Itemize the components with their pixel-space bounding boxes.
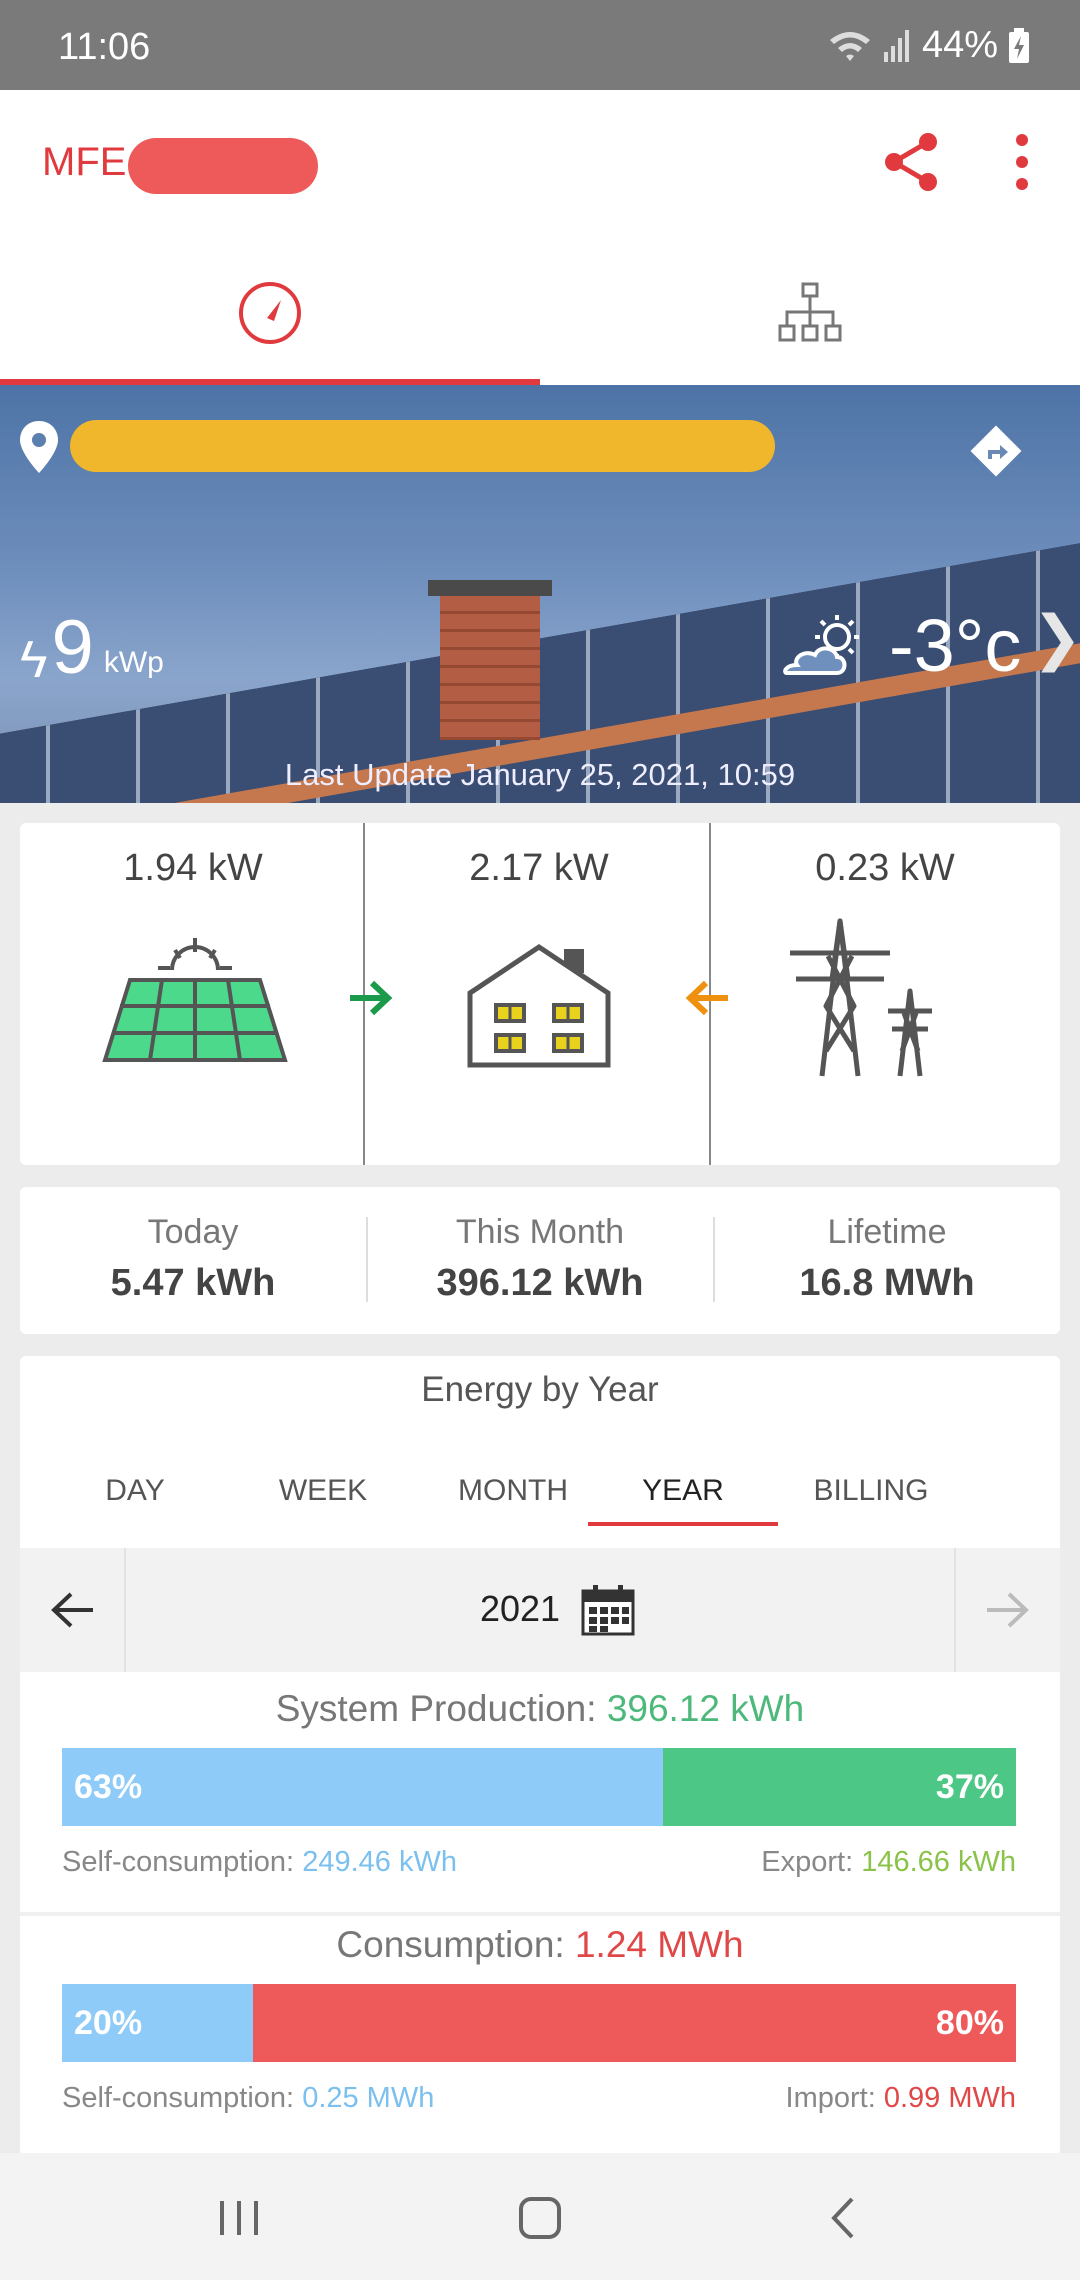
import-value: 0.99 MWh [883, 2082, 1016, 2114]
production-self-segment: 63% [62, 1748, 664, 1826]
grid-column: 0.23 kW [712, 823, 1058, 1165]
period-tab-week[interactable]: WEEK [228, 1456, 418, 1526]
period-tab-year[interactable]: YEAR [588, 1456, 778, 1526]
production-power: 1.94 kW [123, 847, 263, 889]
app-bar: MFE K [0, 90, 1080, 240]
system-navigation-bar [0, 2153, 1080, 2280]
self-consumption-label: Self-consumption: [62, 2082, 295, 2114]
period-tab-day[interactable]: DAY [40, 1456, 230, 1526]
power-flow-card: 1.94 kW 2.17 kW 0.23 kW [20, 823, 1060, 1165]
production-export-segment: 37% [663, 1748, 1016, 1826]
tab-dashboard[interactable] [0, 240, 540, 385]
location-pin-icon [20, 421, 58, 473]
address-redaction [70, 420, 775, 472]
total-lifetime: Lifetime 16.8 MWh [714, 1187, 1060, 1334]
calendar-icon[interactable] [580, 1584, 636, 1636]
period-tab-billing[interactable]: BILLING [776, 1456, 966, 1526]
total-value: 5.47 kWh [110, 1262, 276, 1304]
total-label: Today [147, 1213, 239, 1251]
consumption-breakdown: Self-consumption: 0.25 MWh Import: 0.99 … [62, 2082, 1016, 2115]
consumption-heading: Consumption: 1.24 MWh [20, 1924, 1060, 1966]
total-label: This Month [455, 1213, 625, 1251]
temperature: -3°c [889, 604, 1022, 687]
share-icon[interactable] [880, 130, 944, 194]
total-label: Lifetime [827, 1213, 947, 1251]
production-value: 396.12 kWh [606, 1688, 805, 1729]
section-divider [20, 1912, 1060, 1916]
production-breakdown: Self-consumption: 249.46 kWh Export: 146… [62, 1846, 1016, 1879]
import-label: Import: [785, 2082, 876, 2114]
dashboard-gauge-icon [239, 281, 301, 344]
consumption-import-segment: 80% [252, 1984, 1016, 2062]
back-icon[interactable] [808, 2183, 878, 2253]
consumption-self-segment: 20% [62, 1984, 253, 2062]
home-icon[interactable] [505, 2183, 575, 2253]
solar-panel-icon [102, 938, 288, 1062]
energy-chart-card: Energy by Year DAY WEEK MONTH YEAR BILLI… [20, 1356, 1060, 2156]
self-consumption-value: 249.46 kWh [302, 1846, 457, 1878]
signal-icon [883, 29, 909, 62]
grid-power: 0.23 kW [815, 847, 955, 889]
system-size-unit: kWp [103, 646, 164, 679]
period-navigator: 2021 [20, 1548, 1060, 1672]
power-grid-tower-icon [790, 918, 932, 1077]
house-icon [467, 943, 611, 1068]
directions-icon[interactable] [968, 423, 1024, 479]
consumption-column: 2.17 kW [366, 823, 712, 1165]
production-label: System Production: [275, 1688, 597, 1729]
period-tabs: DAY WEEK MONTH YEAR BILLING [20, 1456, 1060, 1526]
partly-sunny-icon [783, 614, 859, 675]
total-this-month: This Month 396.12 kWh [367, 1187, 713, 1334]
recent-apps-icon[interactable] [204, 2183, 274, 2253]
total-value: 396.12 kWh [436, 1262, 644, 1304]
self-consumption-label: Self-consumption: [62, 1846, 295, 1878]
consumption-power: 2.17 kW [469, 847, 609, 889]
production-column: 1.94 kW [20, 823, 366, 1165]
system-size-value: 9 [51, 605, 94, 690]
status-icons: 44% [828, 24, 1030, 67]
period-year: 2021 [479, 1588, 561, 1629]
energy-title: Energy by Year [421, 1370, 659, 1409]
next-image-chevron-icon[interactable]: ❯ [1032, 603, 1080, 673]
consumption-label: Consumption: [336, 1924, 565, 1965]
redaction-mark [128, 138, 318, 194]
next-period-button[interactable] [954, 1548, 1060, 1672]
last-update: Last Update January 25, 2021, 10:59 [284, 757, 796, 792]
system-size: ϟ 9 kWp [20, 605, 164, 690]
battery-percent: 44% [921, 24, 998, 66]
production-heading: System Production: 396.12 kWh [20, 1688, 1060, 1730]
consumption-split-bar: 20% 80% [62, 1984, 1016, 2062]
battery-charging-icon [1009, 27, 1029, 63]
site-hero-image: ϟ 9 kWp -3°c ❯ Last Update January 25, 2… [0, 385, 1080, 803]
tab-layout[interactable] [540, 240, 1080, 385]
status-time: 11:06 [58, 26, 151, 68]
total-today: Today 5.47 kWh [20, 1187, 366, 1334]
total-value: 16.8 MWh [799, 1262, 975, 1304]
status-bar: 11:06 44% [0, 0, 1080, 90]
energy-totals-card: Today 5.47 kWh This Month 396.12 kWh Lif… [20, 1187, 1060, 1334]
export-value: 146.66 kWh [861, 1846, 1016, 1878]
weather: -3°c [775, 603, 1021, 688]
main-tabs [0, 240, 1080, 385]
chimney-cap [428, 580, 552, 596]
site-layout-icon [778, 282, 842, 341]
lightning-icon: ϟ [20, 631, 48, 689]
period-tab-month[interactable]: MONTH [418, 1456, 608, 1526]
export-label: Export: [761, 1846, 854, 1878]
more-options-icon[interactable] [1002, 130, 1042, 194]
arrow-right-icon [987, 1592, 1029, 1628]
consumption-value: 1.24 MWh [574, 1924, 744, 1965]
production-split-bar: 63% 37% [62, 1748, 1016, 1826]
chimney [440, 590, 540, 740]
wifi-icon [829, 31, 870, 61]
self-consumption-value: 0.25 MWh [302, 2082, 435, 2114]
